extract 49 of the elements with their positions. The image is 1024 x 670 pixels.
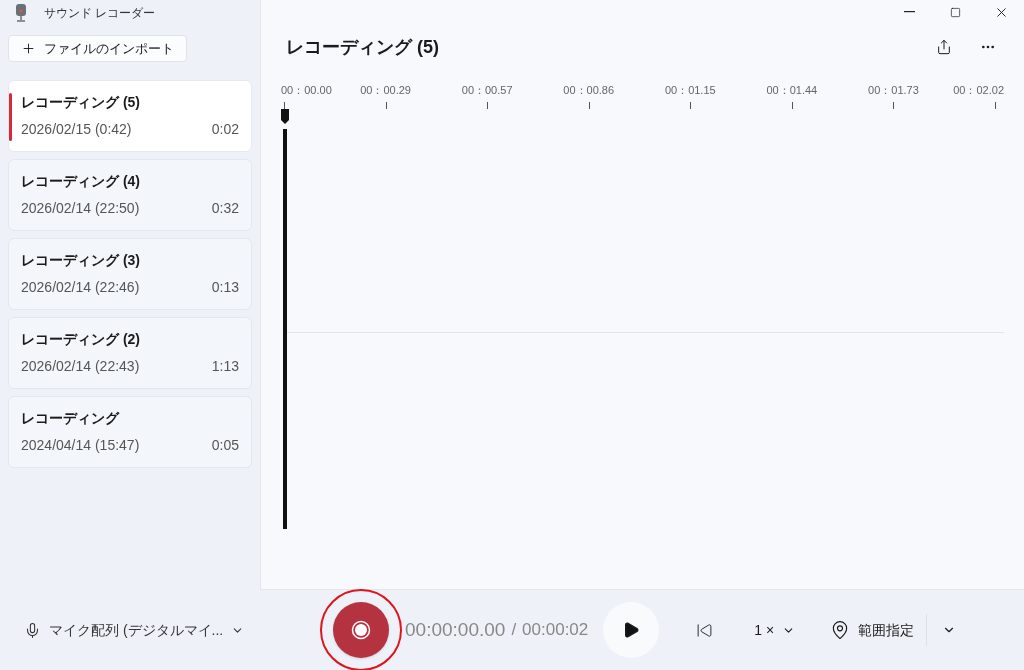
recording-date: 2026/02/14 (22:50) (21, 199, 140, 218)
recording-date: 2026/02/14 (22:46) (21, 278, 140, 297)
timeline-label: 00：01.44 (766, 83, 818, 98)
recording-duration: 0:32 (211, 199, 239, 218)
timeline-label: 00：01.73 (868, 83, 919, 98)
recording-item[interactable]: レコーディング (2) 2026/02/14 (22:43) 1:13 (8, 317, 252, 389)
recording-date: 2026/02/14 (22:43) (21, 357, 140, 376)
microphone-icon (24, 621, 41, 639)
playhead[interactable] (281, 109, 289, 529)
timeline-label: 00：00.86 (563, 83, 615, 98)
play-icon (622, 621, 641, 639)
minimize-icon (903, 11, 915, 13)
recording-date: 2024/04/14 (15:47) (21, 436, 140, 455)
recording-name: レコーディング (21, 409, 121, 428)
recording-duration: 0:05 (211, 436, 239, 455)
recording-item[interactable]: レコーディング (3) 2026/02/14 (22:46) 0:13 (8, 238, 252, 310)
record-button[interactable] (333, 602, 389, 658)
recording-name: レコーディング (2) (21, 330, 141, 349)
timeline-label: 00：01.15 (664, 83, 716, 98)
selection-indicator (9, 93, 12, 141)
recording-name: レコーディング (3) (21, 251, 141, 270)
timeline-label: 00：00.00 (281, 83, 332, 98)
import-button[interactable]: ファイルのインポート (8, 35, 187, 62)
recording-name: レコーディング (4) (21, 172, 141, 191)
recording-duration: 1:13 (211, 357, 239, 376)
maximize-icon (949, 6, 961, 18)
recording-name: レコーディング (5) (21, 93, 141, 112)
skip-back-icon (695, 621, 713, 639)
microphone-app-icon (14, 4, 28, 22)
plus-icon (21, 41, 36, 56)
total-time: 00:00:02 (522, 619, 589, 642)
window-title: サウンド レコーダー (44, 5, 156, 22)
timeline-label: 00：02.02 (953, 83, 1004, 98)
recording-title: レコーディング (5) (286, 35, 440, 59)
elapsed-time: 00:00:00.00 (405, 617, 506, 642)
range-button[interactable]: 範囲指定 (830, 619, 915, 641)
timeline-label: 00：00.29 (360, 83, 411, 98)
recording-duration: 0:13 (211, 278, 239, 297)
speed-selector[interactable]: 1 × (754, 619, 796, 641)
recording-duration: 0:02 (211, 120, 239, 139)
recording-item[interactable]: レコーディング (4) 2026/02/14 (22:50) 0:32 (8, 159, 252, 231)
timeline-label: 00：00.57 (461, 83, 513, 98)
time-separator: / (511, 619, 517, 642)
recording-item[interactable]: レコーディング (5) 2026/02/15 (0:42) 0:02 (8, 80, 252, 152)
share-icon (936, 39, 952, 55)
microphone-selector[interactable]: マイク配列 (デジタルマイ... (24, 619, 269, 641)
recording-date: 2026/02/15 (0:42) (21, 120, 132, 139)
record-icon (351, 620, 371, 640)
recording-item[interactable]: レコーディング 2024/04/14 (15:47) 0:05 (8, 396, 252, 468)
